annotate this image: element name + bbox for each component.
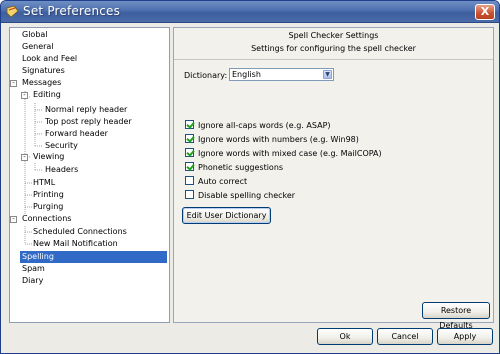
tree-item-global[interactable]: Global — [20, 29, 50, 41]
dictionary-label: Dictionary: — [184, 71, 228, 80]
option-ignore-all-caps[interactable]: Ignore all-caps words (e.g. ASAP) — [185, 120, 331, 131]
preferences-window: Set Preferences X Global General Look an… — [0, 0, 500, 354]
app-icon — [6, 5, 19, 18]
auto-correct-checkbox[interactable] — [185, 176, 194, 185]
panel-title: Spell Checker Settings — [288, 31, 379, 40]
ignore-numbers-checkbox[interactable] — [185, 134, 194, 143]
edit-user-dictionary-button[interactable]: Edit User Dictionary — [182, 207, 271, 224]
tree-item-new-mail-notification[interactable]: New Mail Notification — [31, 238, 120, 250]
window-title: Set Preferences — [23, 4, 121, 18]
cancel-button[interactable]: Cancel — [377, 328, 433, 345]
ignore-all-caps-checkbox[interactable] — [185, 120, 194, 129]
tree-item-scheduled-connections[interactable]: Scheduled Connections — [31, 226, 129, 238]
tree-item-diary[interactable]: Diary — [20, 275, 45, 287]
tree-item-headers[interactable]: Headers — [43, 164, 80, 176]
spell-checker-panel: Spell Checker Settings Settings for conf… — [173, 27, 494, 330]
option-ignore-numbers[interactable]: Ignore words with numbers (e.g. Win98) — [185, 134, 359, 145]
option-phonetic-suggestions[interactable]: Phonetic suggestions — [185, 162, 283, 173]
tree-item-spam[interactable]: Spam — [20, 263, 47, 275]
close-button[interactable]: X — [475, 4, 495, 20]
tree-item-printing[interactable]: Printing — [31, 189, 66, 201]
collapse-messages-icon[interactable]: - — [10, 80, 17, 87]
tree-item-messages[interactable]: Messages — [20, 77, 63, 89]
tree-item-normal-reply-header[interactable]: Normal reply header — [43, 104, 129, 116]
tree-item-purging[interactable]: Purging — [31, 201, 65, 213]
chevron-down-icon[interactable]: ▼ — [323, 70, 332, 79]
tree-item-look-and-feel[interactable]: Look and Feel — [20, 53, 79, 65]
dictionary-value: English — [232, 70, 261, 79]
close-icon: X — [480, 5, 490, 18]
tree-item-top-post-reply-header[interactable]: Top post reply header — [43, 116, 134, 128]
option-ignore-mixed-case[interactable]: Ignore words with mixed case (e.g. MailC… — [185, 148, 382, 159]
option-auto-correct[interactable]: Auto correct — [185, 176, 247, 187]
tree-item-general[interactable]: General — [20, 41, 56, 53]
option-disable-spelling-checker[interactable]: Disable spelling checker — [185, 190, 295, 201]
tree-item-viewing[interactable]: Viewing — [31, 151, 66, 163]
restore-defaults-button[interactable]: Restore Defaults — [422, 302, 490, 330]
apply-button[interactable]: Apply — [437, 328, 493, 345]
tree-item-connections[interactable]: Connections — [20, 213, 73, 225]
ok-button[interactable]: Ok — [317, 328, 373, 345]
panel-header: Spell Checker Settings Settings for conf… — [174, 28, 493, 60]
preferences-tree[interactable]: Global General Look and Feel Signatures … — [9, 27, 170, 323]
tree-item-forward-header[interactable]: Forward header — [43, 128, 110, 140]
tree-item-html[interactable]: HTML — [31, 177, 57, 189]
collapse-editing-icon[interactable]: - — [21, 92, 28, 99]
title-bar[interactable]: Set Preferences X — [1, 1, 499, 23]
collapse-viewing-icon[interactable]: - — [21, 154, 28, 161]
tree-item-editing[interactable]: Editing — [31, 89, 63, 101]
phonetic-suggestions-checkbox[interactable] — [185, 162, 194, 171]
panel-subtitle: Settings for configuring the spell check… — [251, 44, 416, 53]
tree-item-spelling[interactable]: Spelling — [20, 251, 167, 263]
disable-spelling-checker-checkbox[interactable] — [185, 190, 194, 199]
collapse-connections-icon[interactable]: - — [10, 216, 17, 223]
ignore-mixed-case-checkbox[interactable] — [185, 148, 194, 157]
tree-item-signatures[interactable]: Signatures — [20, 65, 67, 77]
dictionary-select[interactable]: English ▼ — [229, 68, 334, 81]
